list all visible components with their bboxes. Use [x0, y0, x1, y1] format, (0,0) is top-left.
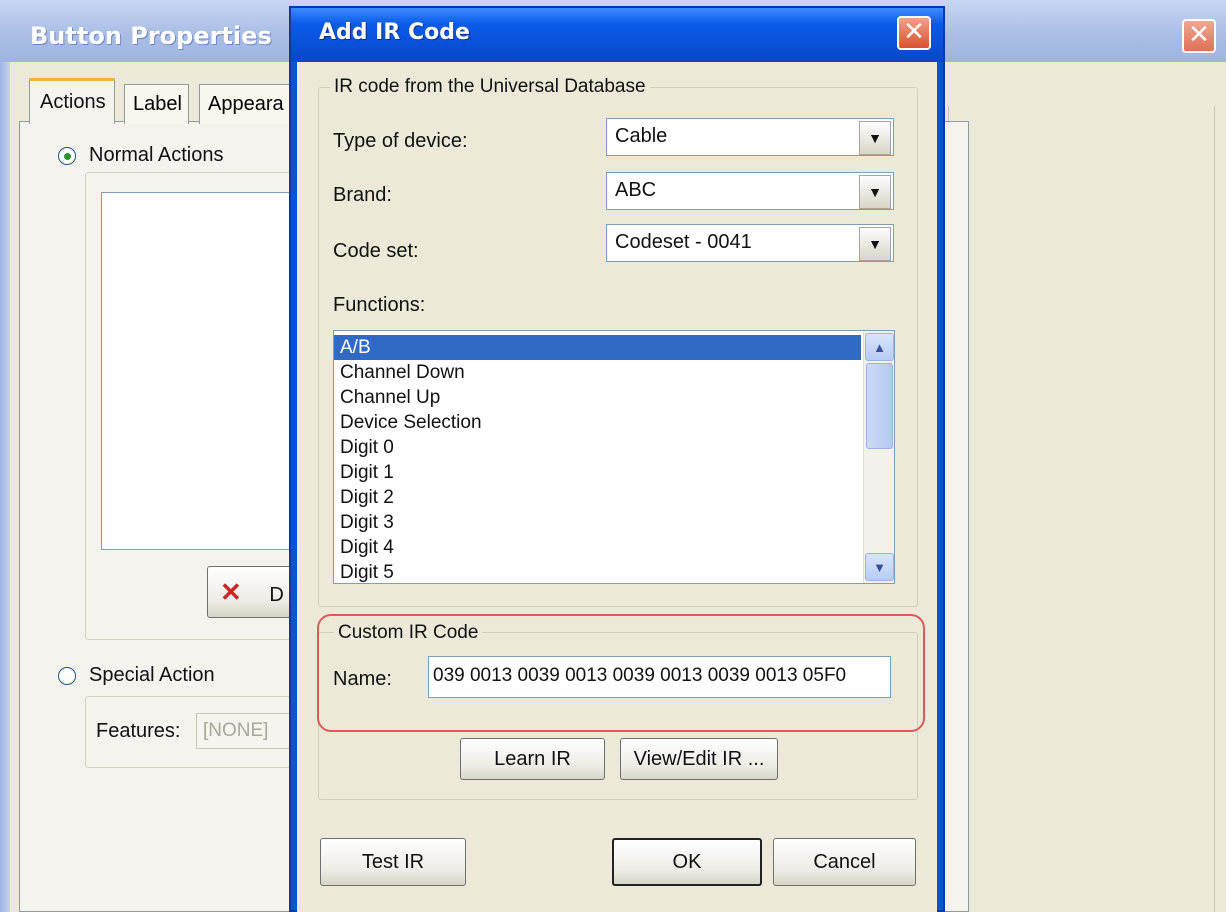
divider: [1214, 106, 1215, 912]
list-item[interactable]: Digit 4: [334, 535, 394, 560]
special-action-radio[interactable]: [58, 667, 76, 685]
normal-actions-radio[interactable]: [58, 147, 76, 165]
list-item[interactable]: Device Selection: [334, 410, 482, 435]
custom-ir-highlight: [317, 614, 925, 732]
list-item[interactable]: Digit 1: [334, 460, 394, 485]
list-item[interactable]: Channel Up: [334, 385, 440, 410]
code-set-select[interactable]: Codeset - 0041 ▼: [606, 224, 894, 262]
scroll-down-arrow-icon[interactable]: ▼: [865, 553, 894, 581]
test-ir-button[interactable]: Test IR: [320, 838, 466, 886]
universal-database-group-label: IR code from the Universal Database: [330, 76, 650, 98]
ok-button[interactable]: OK: [612, 838, 762, 886]
button-properties-title: Button Properties: [30, 22, 272, 50]
list-item[interactable]: Digit 5: [334, 560, 394, 583]
right-panel: [942, 106, 1226, 912]
dialog-title: Add IR Code: [319, 20, 470, 45]
tab-label[interactable]: Label: [124, 84, 189, 124]
chevron-down-icon[interactable]: ▼: [859, 227, 891, 261]
tab-appearance[interactable]: Appeara: [199, 84, 294, 124]
list-item[interactable]: Channel Down: [334, 360, 465, 385]
brand-select[interactable]: ABC ▼: [606, 172, 894, 210]
functions-scrollbar[interactable]: ▲ ▼: [863, 331, 894, 583]
chevron-down-icon[interactable]: ▼: [859, 121, 891, 155]
features-label: Features:: [96, 720, 181, 742]
delete-button-label: D: [269, 584, 284, 606]
tab-actions[interactable]: Actions: [29, 78, 115, 124]
view-edit-ir-button[interactable]: View/Edit IR ...: [620, 738, 778, 780]
type-of-device-select[interactable]: Cable ▼: [606, 118, 894, 156]
list-item[interactable]: Digit 2: [334, 485, 394, 510]
close-icon[interactable]: ✕: [897, 16, 931, 50]
list-item[interactable]: Digit 3: [334, 510, 394, 535]
actions-list[interactable]: [101, 192, 301, 550]
list-item[interactable]: A/B: [334, 335, 861, 360]
functions-list[interactable]: A/B Channel Down Channel Up Device Selec…: [333, 330, 895, 584]
type-of-device-value: Cable: [615, 125, 668, 147]
red-x-icon: ✕: [220, 577, 242, 607]
features-select[interactable]: [NONE]: [196, 713, 296, 749]
delete-button[interactable]: ✕ D: [207, 566, 297, 618]
brand-value: ABC: [615, 179, 657, 201]
functions-label: Functions:: [333, 294, 426, 316]
window-border: [0, 62, 10, 912]
type-of-device-label: Type of device:: [333, 130, 468, 152]
list-item[interactable]: Digit 0: [334, 435, 394, 460]
special-action-label: Special Action: [89, 664, 215, 686]
cancel-button[interactable]: Cancel: [773, 838, 916, 886]
code-set-label: Code set:: [333, 240, 419, 262]
code-set-value: Codeset - 0041: [615, 231, 752, 253]
scrollbar-thumb[interactable]: [866, 363, 893, 449]
chevron-down-icon[interactable]: ▼: [859, 175, 891, 209]
close-icon[interactable]: ✕: [1182, 19, 1216, 53]
brand-label: Brand:: [333, 184, 392, 206]
scroll-up-arrow-icon[interactable]: ▲: [865, 333, 894, 361]
learn-ir-button[interactable]: Learn IR: [460, 738, 605, 780]
normal-actions-label: Normal Actions: [89, 144, 224, 166]
